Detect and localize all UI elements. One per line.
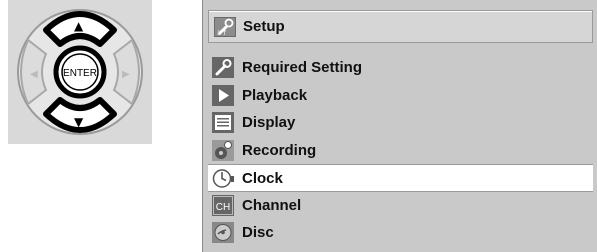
wrench-icon bbox=[212, 57, 234, 78]
setup-tools-icon: ↓↑ bbox=[214, 17, 236, 37]
menu-item-label: Recording bbox=[242, 141, 317, 159]
menu-item-clock[interactable]: Clock bbox=[208, 164, 593, 192]
display-icon bbox=[212, 112, 234, 133]
remote-pad-graphic: ◀ ▶ ▲ ▼ ENTER bbox=[17, 9, 143, 135]
enter-button[interactable]: ENTER bbox=[53, 45, 107, 99]
remote-control-pad: ◀ ▶ ▲ ▼ ENTER bbox=[8, 0, 152, 144]
right-arrow-icon: ▶ bbox=[122, 69, 130, 80]
enter-label: ENTER bbox=[63, 68, 97, 79]
setup-menu-screen: ↓↑ Setup Required Setting Playback Displ… bbox=[202, 0, 597, 252]
menu-item-playback[interactable]: Playback bbox=[208, 82, 593, 110]
left-arrow-icon: ◀ bbox=[30, 69, 38, 80]
menu-item-label: Display bbox=[242, 114, 296, 131]
page-title: Setup bbox=[243, 18, 285, 35]
menu-item-label: Playback bbox=[242, 86, 308, 104]
svg-text:↓↑: ↓↑ bbox=[216, 29, 228, 37]
menu-item-label: Clock bbox=[242, 170, 283, 187]
up-arrow-icon: ▲ bbox=[74, 19, 84, 33]
svg-text:CH: CH bbox=[216, 202, 230, 213]
menu-item-recording[interactable]: Recording bbox=[208, 137, 593, 165]
down-arrow-icon: ▼ bbox=[74, 115, 84, 129]
channel-icon: CH bbox=[212, 194, 234, 216]
recording-icon bbox=[212, 139, 234, 161]
play-icon bbox=[212, 84, 234, 106]
clock-icon bbox=[212, 169, 234, 188]
disc-icon bbox=[212, 222, 234, 243]
header-bar: ↓↑ Setup bbox=[208, 10, 593, 43]
menu-item-label: Required Setting bbox=[242, 59, 363, 76]
menu-item-label: Disc bbox=[242, 224, 274, 241]
menu-item-channel[interactable]: CH Channel bbox=[208, 192, 593, 220]
menu-header: ↓↑ Setup bbox=[203, 0, 597, 53]
setup-menu-list: Required Setting Playback Display Record… bbox=[208, 54, 593, 247]
menu-item-disc[interactable]: Disc bbox=[208, 219, 593, 247]
menu-item-label: Channel bbox=[242, 196, 302, 214]
menu-item-display[interactable]: Display bbox=[208, 109, 593, 137]
menu-item-required-setting[interactable]: Required Setting bbox=[208, 54, 593, 82]
